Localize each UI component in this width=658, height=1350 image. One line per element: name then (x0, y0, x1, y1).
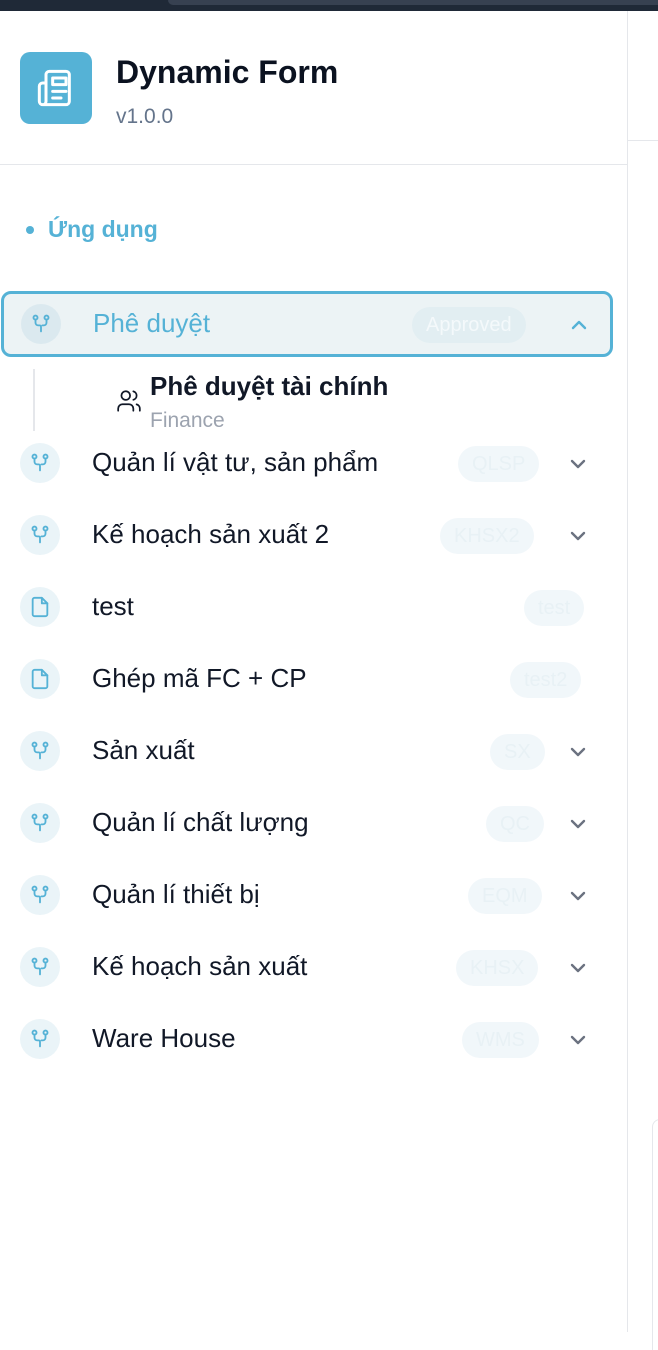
chevron-down-icon[interactable] (566, 740, 590, 764)
sub-item-phe-duyet-tai-chinh[interactable]: Phê duyệt tài chính Finance (116, 371, 596, 432)
git-branch-icon (20, 1019, 60, 1059)
app-version: v1.0.0 (116, 105, 174, 128)
git-branch-icon (20, 443, 60, 483)
nav-section-header: Ứng dụng (26, 216, 158, 243)
nav-item-quan-li-vat-tu[interactable]: Quản lí vật tư, sản phẩm QLSP (0, 430, 613, 496)
nav-item-label: Kế hoạch sản xuất (92, 951, 308, 981)
nav-item-quan-li-chat-luong[interactable]: Quản lí chất lượng QC (0, 790, 613, 856)
nav-item-label: test (92, 591, 134, 621)
nav-item-badge: test (524, 590, 585, 626)
chevron-down-icon[interactable] (566, 452, 590, 476)
app-title: Dynamic Form (116, 54, 339, 90)
sub-item-title: Phê duyệt tài chính (150, 371, 389, 401)
nav-item-badge: QLSP (458, 446, 540, 482)
nav-item-badge: EQM (468, 878, 542, 914)
nav-item-phe-duyet[interactable]: Phê duyệt Approved (1, 291, 613, 357)
brand[interactable]: Dynamic Form v1.0.0 (20, 52, 620, 132)
nav-item-badge: QC (486, 806, 544, 842)
browser-top-bar (0, 0, 658, 11)
main-header-divider (628, 140, 658, 141)
nav-item-ghep-ma[interactable]: Ghép mã FC + CP test2 (0, 646, 613, 712)
header-divider (0, 164, 627, 165)
nav-item-san-xuat[interactable]: Sản xuất SX (0, 718, 613, 784)
nav-item-badge: Approved (412, 307, 526, 343)
nav-item-label: Kế hoạch sản xuất 2 (92, 519, 330, 549)
nav-item-ke-hoach-san-xuat-2[interactable]: Kế hoạch sản xuất 2 KHSX2 (0, 502, 613, 568)
git-branch-icon (20, 515, 60, 555)
git-branch-icon (20, 875, 60, 915)
nav-item-label: Phê duyệt (93, 308, 211, 338)
nav-item-badge: SX (490, 734, 545, 770)
nav-item-quan-li-thiet-bi[interactable]: Quản lí thiết bị EQM (0, 862, 613, 928)
chevron-down-icon[interactable] (566, 956, 590, 980)
nav-item-ke-hoach-san-xuat[interactable]: Kế hoạch sản xuất KHSX (0, 934, 613, 1000)
chevron-down-icon[interactable] (566, 524, 590, 548)
chevron-down-icon[interactable] (566, 812, 590, 836)
nav-item-badge: KHSX (456, 950, 539, 986)
nav-item-test[interactable]: test test (0, 574, 613, 640)
git-branch-icon (21, 304, 61, 344)
file-icon (20, 587, 60, 627)
nav-item-label: Ware House (92, 1023, 236, 1053)
tree-connector-line (33, 369, 35, 431)
nav-item-badge: KHSX2 (440, 518, 534, 554)
main-card-edge (652, 1119, 658, 1350)
nav-item-badge: test2 (510, 662, 582, 698)
chevron-up-icon[interactable] (567, 313, 591, 337)
chevron-down-icon[interactable] (566, 884, 590, 908)
nav-item-label: Quản lí thiết bị (92, 879, 260, 909)
app-logo-icon (20, 52, 92, 124)
nav-item-label: Ghép mã FC + CP (92, 663, 307, 693)
git-branch-icon (20, 803, 60, 843)
git-branch-icon (20, 947, 60, 987)
section-label: Ứng dụng (48, 216, 158, 242)
users-icon (117, 390, 141, 412)
browser-tab-edge (168, 0, 658, 5)
git-branch-icon (20, 731, 60, 771)
nav-item-badge: WMS (462, 1022, 539, 1058)
main-content-edge (628, 11, 658, 1350)
nav-item-label: Quản lí vật tư, sản phẩm (92, 447, 379, 477)
nav-item-label: Sản xuất (92, 735, 195, 765)
nav-item-ware-house[interactable]: Ware House WMS (0, 1006, 613, 1072)
section-dot-icon (26, 225, 34, 234)
chevron-down-icon[interactable] (566, 1028, 590, 1052)
file-icon (20, 659, 60, 699)
nav-item-label: Quản lí chất lượng (92, 807, 309, 837)
sidebar: Dynamic Form v1.0.0 Ứng dụng Phê duyệt A… (0, 11, 628, 1332)
